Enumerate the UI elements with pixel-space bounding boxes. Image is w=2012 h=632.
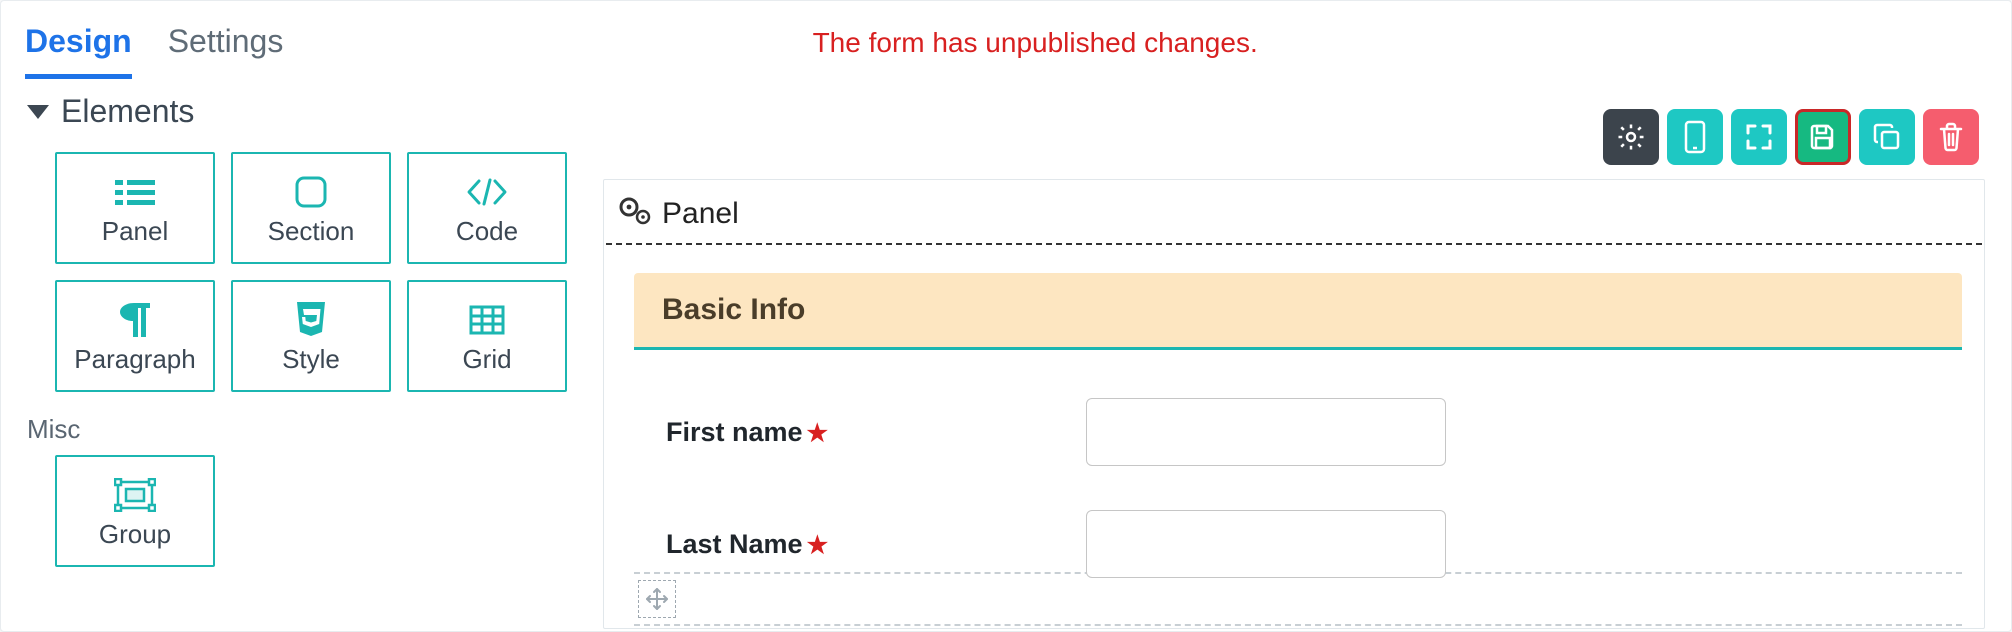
field-label: First name★ bbox=[666, 417, 1086, 448]
save-icon bbox=[1809, 123, 1837, 151]
copy-button[interactable] bbox=[1859, 109, 1915, 165]
trash-icon bbox=[1938, 122, 1964, 152]
paragraph-icon bbox=[120, 298, 150, 342]
field-first-name: First name★ bbox=[634, 398, 1962, 466]
rounded-square-icon bbox=[294, 170, 328, 214]
move-icon[interactable] bbox=[638, 580, 676, 618]
elements-grid: Panel Section Code bbox=[55, 152, 585, 392]
panel-title: Panel bbox=[662, 197, 739, 231]
group-icon bbox=[114, 473, 156, 517]
canvas-toolbar bbox=[593, 79, 1995, 179]
copy-icon bbox=[1873, 123, 1901, 151]
required-star-icon: ★ bbox=[807, 532, 829, 559]
label-text: Last Name bbox=[666, 529, 803, 559]
element-label: Style bbox=[282, 344, 340, 375]
top-tabs-bar: Design Settings The form has unpublished… bbox=[1, 1, 2011, 79]
mobile-icon bbox=[1684, 120, 1706, 154]
code-icon bbox=[465, 170, 509, 214]
element-section[interactable]: Section bbox=[231, 152, 391, 264]
element-group[interactable]: Group bbox=[55, 455, 215, 567]
fullscreen-button[interactable] bbox=[1731, 109, 1787, 165]
fullscreen-icon bbox=[1744, 122, 1774, 152]
mobile-preview-button[interactable] bbox=[1667, 109, 1723, 165]
element-label: Paragraph bbox=[74, 344, 195, 375]
delete-button[interactable] bbox=[1923, 109, 1979, 165]
caret-down-icon bbox=[27, 105, 49, 119]
list-icon bbox=[115, 170, 155, 214]
element-label: Section bbox=[268, 216, 355, 247]
element-label: Code bbox=[456, 216, 518, 247]
drop-zone[interactable] bbox=[634, 572, 1962, 626]
form-canvas[interactable]: Panel Basic Info First name★ Last Name★ bbox=[603, 179, 1985, 629]
misc-grid: Group bbox=[55, 455, 585, 567]
field-label: Last Name★ bbox=[666, 529, 1086, 560]
gear-icon bbox=[1616, 122, 1646, 152]
element-style[interactable]: Style bbox=[231, 280, 391, 392]
save-button[interactable] bbox=[1795, 109, 1851, 165]
canvas-area: Panel Basic Info First name★ Last Name★ bbox=[593, 79, 1995, 631]
element-label: Grid bbox=[462, 344, 511, 375]
form-builder-app: Design Settings The form has unpublished… bbox=[0, 0, 2012, 632]
first-name-input[interactable] bbox=[1086, 398, 1446, 466]
builder-body: Elements Panel Section bbox=[1, 79, 2011, 631]
status-message: The form has unpublished changes. bbox=[83, 11, 1987, 59]
element-code[interactable]: Code bbox=[407, 152, 567, 264]
elements-section-title: Elements bbox=[61, 93, 194, 130]
element-label: Panel bbox=[102, 216, 169, 247]
gears-icon bbox=[618, 196, 652, 231]
label-text: First name bbox=[666, 417, 803, 447]
element-paragraph[interactable]: Paragraph bbox=[55, 280, 215, 392]
last-name-input[interactable] bbox=[1086, 510, 1446, 578]
elements-sidebar: Elements Panel Section bbox=[25, 79, 585, 631]
css3-icon bbox=[295, 298, 327, 342]
settings-button[interactable] bbox=[1603, 109, 1659, 165]
section-title[interactable]: Basic Info bbox=[634, 273, 1962, 350]
element-grid[interactable]: Grid bbox=[407, 280, 567, 392]
misc-group-label: Misc bbox=[27, 414, 585, 445]
form-section: Basic Info First name★ Last Name★ bbox=[634, 273, 1962, 578]
field-last-name: Last Name★ bbox=[634, 510, 1962, 578]
grid-icon bbox=[469, 298, 505, 342]
elements-section-toggle[interactable]: Elements bbox=[27, 93, 585, 130]
required-star-icon: ★ bbox=[807, 420, 829, 447]
element-label: Group bbox=[99, 519, 171, 550]
element-panel[interactable]: Panel bbox=[55, 152, 215, 264]
panel-header[interactable]: Panel bbox=[606, 182, 1982, 245]
